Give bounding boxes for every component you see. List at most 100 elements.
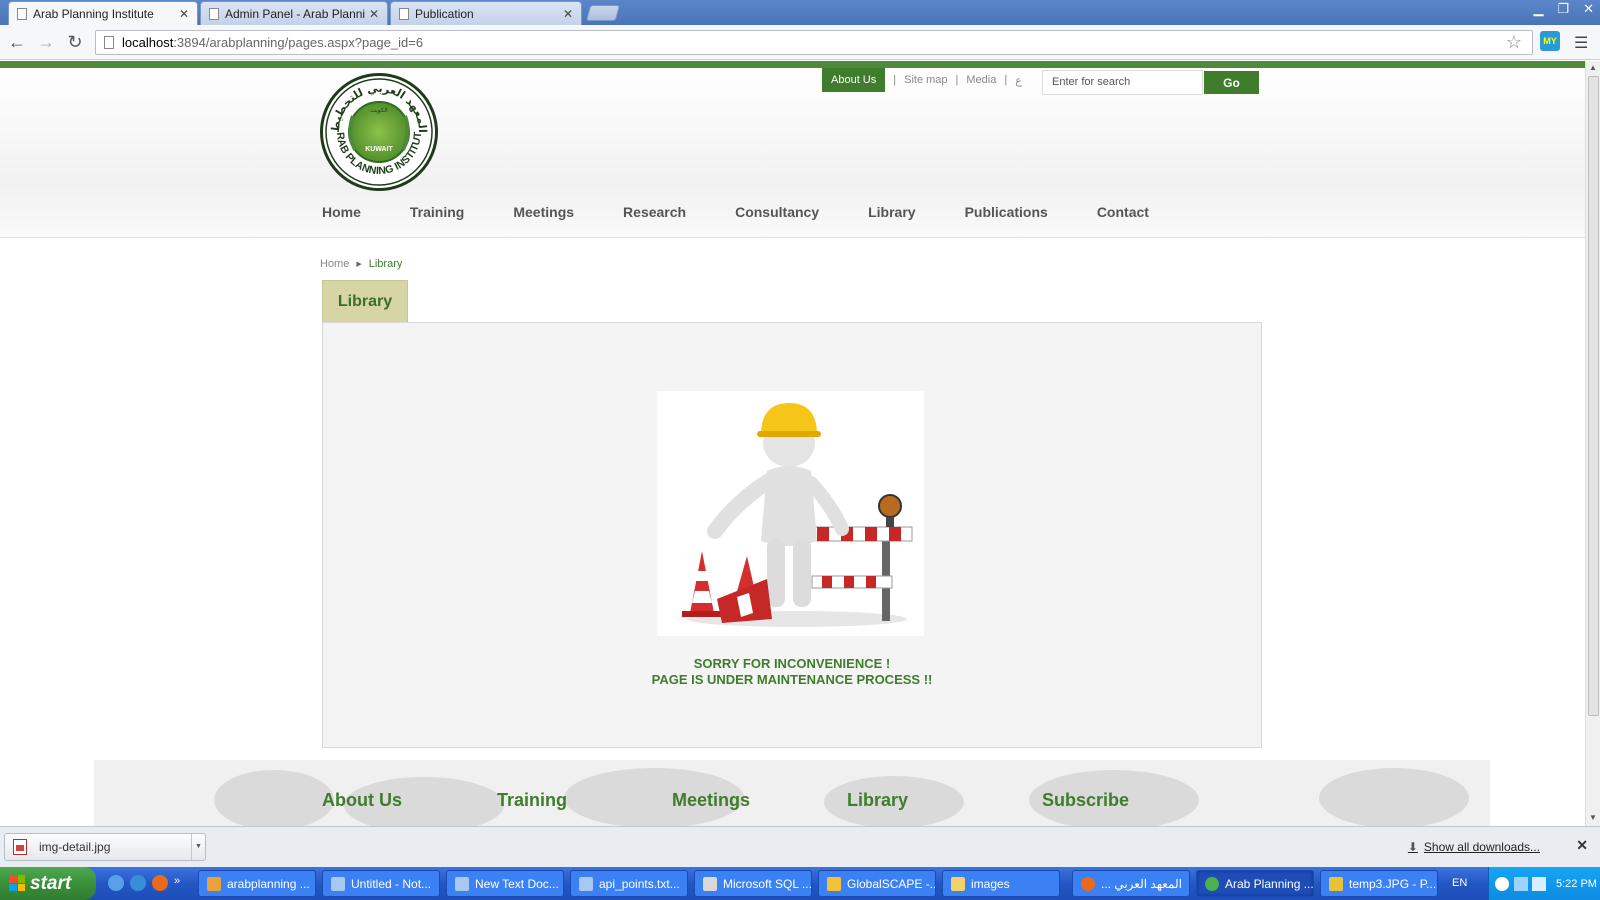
volume-icon[interactable]: [1532, 876, 1546, 891]
taskbar-item-arabplanning[interactable]: arabplanning ...: [198, 870, 316, 897]
taskbar-item-label: Untitled - Not...: [351, 876, 432, 891]
footer-heading-about-us[interactable]: About Us: [322, 790, 402, 811]
footer-heading-subscribe: Subscribe: [1042, 790, 1130, 810]
taskbar-item-label: arabplanning ...: [227, 876, 310, 891]
quick-launch: »: [108, 875, 180, 891]
minimize-icon[interactable]: ▁: [1533, 0, 1543, 18]
bookmark-star-icon[interactable]: ☆: [1506, 32, 1522, 53]
tab-admin-panel[interactable]: Admin Panel - Arab Planning ✕: [200, 1, 388, 25]
taskbar-item-label: New Text Doc...: [475, 876, 559, 891]
footer-heading-meetings[interactable]: Meetings: [672, 790, 750, 811]
tab-label: Arab Planning Institute: [33, 6, 154, 21]
tray-expand-icon[interactable]: [1495, 876, 1509, 891]
extension-icon[interactable]: MY: [1540, 31, 1560, 51]
site-footer: [94, 760, 1490, 830]
search-go-button[interactable]: Go: [1203, 70, 1260, 95]
nav-research[interactable]: Research: [623, 204, 686, 220]
close-icon[interactable]: ✕: [1576, 837, 1588, 854]
taskbar-item-paint[interactable]: temp3.JPG - P...: [1320, 870, 1438, 897]
taskbar-item-api-points[interactable]: api_points.txt...: [570, 870, 688, 897]
breadcrumb-current: Library: [368, 258, 403, 270]
nav-meetings[interactable]: Meetings: [513, 204, 574, 220]
address-bar[interactable]: localhost:3894/arabplanning/pages.aspx?p…: [95, 30, 1533, 55]
forward-arrow-icon[interactable]: →: [35, 31, 57, 53]
nav-home[interactable]: Home: [322, 204, 361, 220]
nav-contact[interactable]: Contact: [1097, 204, 1149, 220]
network-icon[interactable]: [1514, 876, 1528, 891]
site-map-link[interactable]: Site map: [904, 74, 947, 86]
internet-explorer-icon[interactable]: [130, 875, 146, 891]
notepad-icon: [331, 876, 345, 891]
show-desktop-icon[interactable]: [108, 875, 124, 891]
search-input[interactable]: Enter for search: [1042, 70, 1203, 95]
breadcrumb-home[interactable]: Home: [320, 258, 349, 270]
download-item[interactable]: img-detail.jpg ▼: [4, 833, 206, 861]
taskbar-item-sql-server[interactable]: Microsoft SQL ...: [694, 870, 812, 897]
image-file-icon: [13, 839, 27, 855]
download-filename: img-detail.jpg: [39, 840, 111, 854]
logo-arabic-city: الكويت: [370, 107, 388, 114]
taskbar-item-globalscape[interactable]: GlobalSCAPE -...: [818, 870, 936, 897]
reload-icon[interactable]: ↻: [64, 31, 86, 53]
taskbar-item-label: GlobalSCAPE -...: [847, 876, 936, 891]
menu-icon[interactable]: ☰: [1574, 33, 1588, 53]
nav-library[interactable]: Library: [868, 204, 915, 220]
url-host: localhost: [122, 35, 174, 50]
new-tab-button[interactable]: [585, 5, 621, 21]
clock[interactable]: 5:22 PM: [1556, 878, 1597, 890]
taskbar-item-label: Microsoft SQL ...: [723, 876, 812, 891]
tab-arab-planning-institute[interactable]: Arab Planning Institute ✕: [8, 1, 198, 25]
nav-publications[interactable]: Publications: [965, 204, 1048, 220]
page-icon: [17, 7, 27, 20]
page-icon: [209, 7, 219, 20]
media-link[interactable]: Media: [966, 74, 996, 86]
taskbar-item-label: ... المعهد العربي: [1101, 876, 1182, 891]
taskbar-item-notepad[interactable]: Untitled - Not...: [322, 870, 440, 897]
scroll-up-arrow-icon[interactable]: ▲: [1589, 63, 1597, 72]
back-arrow-icon[interactable]: ←: [6, 31, 28, 53]
tab-label: Publication: [415, 6, 474, 21]
windows-flag-icon: [9, 875, 25, 891]
close-tab-icon[interactable]: ✕: [369, 7, 379, 21]
tab-publication[interactable]: Publication ✕: [390, 1, 582, 25]
app-icon: [207, 876, 221, 891]
firefox-icon[interactable]: [152, 875, 168, 891]
taskbar-item-chrome-arab-planning[interactable]: Arab Planning ...: [1196, 870, 1314, 897]
sql-server-icon: [703, 876, 717, 891]
about-us-link[interactable]: About Us: [822, 68, 886, 92]
close-tab-icon[interactable]: ✕: [179, 7, 189, 21]
maintenance-illustration: [657, 391, 924, 636]
nav-consultancy[interactable]: Consultancy: [735, 204, 819, 220]
footer-heading-training[interactable]: Training: [497, 790, 567, 811]
restore-icon[interactable]: ❐: [1557, 0, 1569, 18]
taskbar-item-new-text-doc[interactable]: New Text Doc...: [446, 870, 564, 897]
folder-icon: [951, 876, 965, 891]
taskbar-item-firefox-arabic[interactable]: ... المعهد العربي: [1072, 870, 1190, 897]
more-chevron-icon[interactable]: »: [174, 875, 180, 891]
window-controls: ▁ ❐ ✕: [1533, 0, 1594, 18]
language-indicator[interactable]: EN: [1452, 877, 1467, 889]
taskbar: start » arabplanning ... Untitled - Not.…: [0, 867, 1600, 900]
arabic-language-link[interactable]: ع: [1015, 74, 1022, 87]
message-line-1: SORRY FOR INCONVENIENCE !: [693, 656, 891, 671]
close-tab-icon[interactable]: ✕: [563, 7, 573, 21]
close-window-icon[interactable]: ✕: [1583, 0, 1594, 18]
scrollbar-thumb[interactable]: [1588, 76, 1599, 716]
scroll-down-arrow-icon[interactable]: ▼: [1589, 813, 1597, 822]
show-all-downloads-link[interactable]: ⬇ Show all downloads...: [1408, 840, 1540, 854]
taskbar-item-label: Arab Planning ...: [1225, 876, 1314, 891]
header-strip: [0, 61, 1585, 68]
taskbar-item-images-folder[interactable]: images: [942, 870, 1060, 897]
chevron-down-icon[interactable]: ▼: [191, 834, 205, 860]
page-scrollbar[interactable]: ▲ ▼: [1585, 61, 1600, 826]
top-utility-nav: About Us | Site map | Media | ع: [822, 68, 1022, 92]
footer-heading-library[interactable]: Library: [847, 790, 908, 811]
page-title: Library: [322, 280, 408, 322]
taskbar-item-label: images: [971, 876, 1010, 891]
download-arrow-icon: ⬇: [1407, 840, 1418, 854]
breadcrumb: Home ▶ Library: [320, 258, 402, 270]
site-logo[interactable]: ARAB PLANNING INSTITUTE المعهد العربي لل…: [320, 73, 438, 191]
start-button[interactable]: start: [0, 867, 96, 900]
breadcrumb-arrow-icon: ▶: [356, 261, 362, 268]
nav-training[interactable]: Training: [410, 204, 464, 220]
